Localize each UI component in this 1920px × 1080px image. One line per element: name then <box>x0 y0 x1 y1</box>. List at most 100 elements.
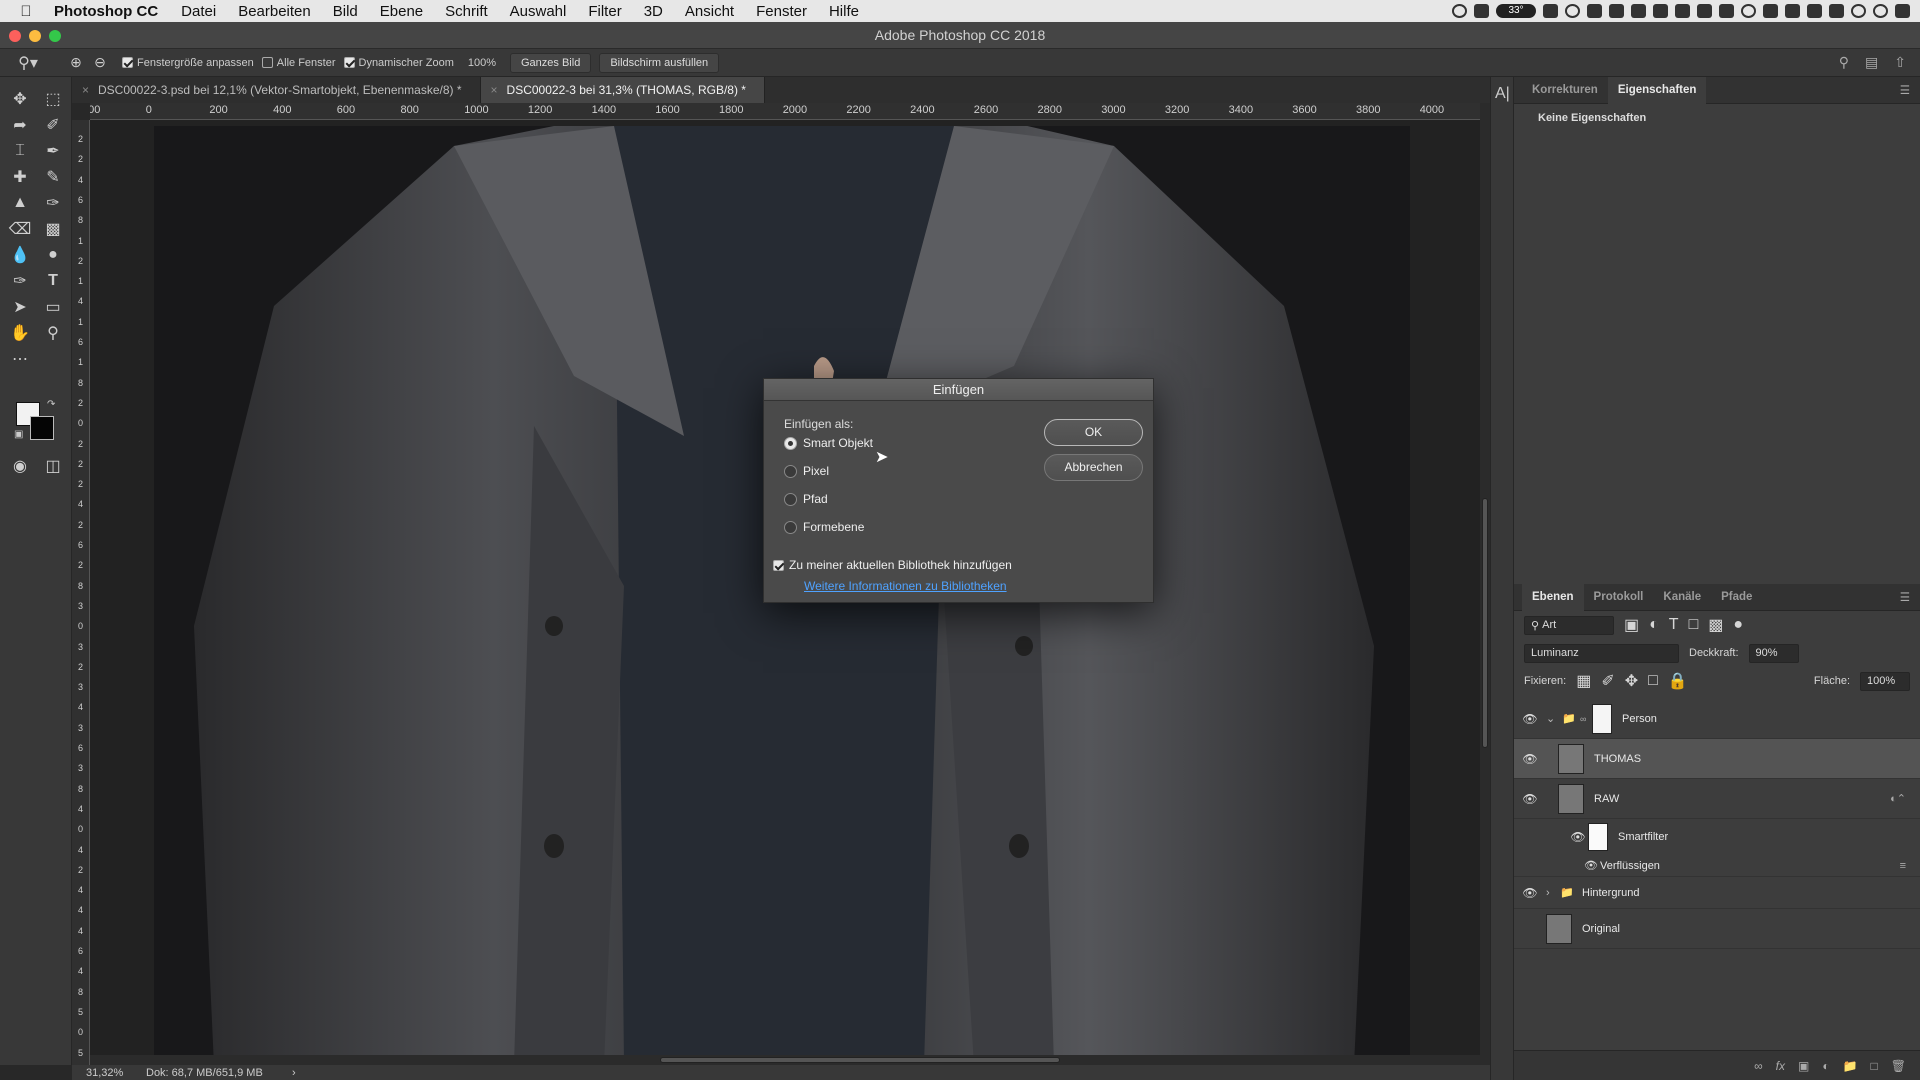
menu-datei[interactable]: Datei <box>170 3 227 20</box>
menu-bearbeiten[interactable]: Bearbeiten <box>227 3 322 20</box>
fit-window-checkbox[interactable]: Fenstergröße anpassen <box>122 57 254 69</box>
dodge-tool-icon[interactable]: ● <box>40 244 66 266</box>
close-tab-icon[interactable]: × <box>82 77 89 103</box>
apple-icon[interactable]:  <box>0 3 52 20</box>
radio-pixel[interactable]: Pixel <box>784 464 829 478</box>
tab-kanaele[interactable]: Kanäle <box>1653 584 1711 611</box>
dynamic-zoom-checkbox[interactable]: Dynamischer Zoom <box>343 57 454 69</box>
layer-name[interactable]: Smartfilter <box>1618 831 1668 843</box>
layer-row-person[interactable]: 👁 ⌄ 📁 ∞ Person <box>1514 699 1920 739</box>
clone-stamp-tool-icon[interactable]: ▲ <box>7 192 33 214</box>
layer-row-verfluessigen[interactable]: 👁 Verflüssigen ≡ <box>1514 855 1920 877</box>
radio-pfad[interactable]: Pfad <box>784 492 828 506</box>
menu-schrift[interactable]: Schrift <box>434 3 499 20</box>
path-selection-tool-icon[interactable]: ➤ <box>7 296 33 318</box>
move-tool-icon[interactable]: ✥ <box>7 88 33 110</box>
blend-mode-select[interactable]: Luminanz <box>1524 643 1679 663</box>
panel-menu-icon[interactable]: ☰ <box>1900 83 1910 97</box>
tab-protokoll[interactable]: Protokoll <box>1584 584 1654 611</box>
siri-icon[interactable] <box>1873 4 1888 18</box>
shape-tool-icon[interactable]: ▭ <box>40 296 66 318</box>
new-group-icon[interactable]: 📁 <box>1843 1059 1858 1073</box>
save-icon[interactable] <box>1653 4 1668 18</box>
hand-tool-icon[interactable]: ✋ <box>7 322 33 344</box>
character-panel-icon[interactable]: A| <box>1495 85 1510 103</box>
ok-button[interactable]: OK <box>1044 419 1143 446</box>
tab-document-2[interactable]: × DSC00022-3 bei 31,3% (THOMAS, RGB/8) * <box>480 77 765 103</box>
cloud-icon[interactable] <box>1697 4 1712 18</box>
record-icon[interactable] <box>1452 4 1467 18</box>
lock-all-icon[interactable]: 🔒 <box>1668 671 1688 691</box>
gradient-tool-icon[interactable]: ▩ <box>40 218 66 240</box>
layer-row-thomas[interactable]: 👁 THOMAS <box>1514 739 1920 779</box>
fill-input[interactable]: 100% <box>1860 671 1910 691</box>
zoom-in-icon[interactable]: ⊕ <box>64 54 88 71</box>
tab-pfade[interactable]: Pfade <box>1711 584 1762 611</box>
more-tools-icon[interactable]: ⋯ <box>7 348 33 370</box>
tab-document-1[interactable]: × DSC00022-3.psd bei 12,1% (Vektor-Smarto… <box>72 77 481 103</box>
tab-ebenen[interactable]: Ebenen <box>1522 583 1584 611</box>
layer-mask-thumbnail[interactable] <box>1592 703 1612 734</box>
visibility-eye-icon[interactable]: 👁 <box>1514 886 1546 900</box>
feather-icon[interactable] <box>1587 4 1602 18</box>
crop-tool-icon[interactable]: ⌶ <box>7 140 33 162</box>
wifi-icon[interactable] <box>1785 4 1800 18</box>
spotlight-icon[interactable] <box>1851 4 1866 18</box>
menu-3d[interactable]: 3D <box>633 3 674 20</box>
evernote-icon[interactable] <box>1631 4 1646 18</box>
library-checkbox[interactable]: Zu meiner aktuellen Bibliothek hinzufüge… <box>773 558 1012 572</box>
layer-name[interactable]: Original <box>1582 923 1620 935</box>
search-icon[interactable]: ⚲ <box>1839 54 1849 71</box>
link-layers-icon[interactable]: ∞ <box>1754 1059 1763 1073</box>
layer-row-raw[interactable]: 👁 RAW ◐⌃ <box>1514 779 1920 819</box>
fit-screen-button[interactable]: Ganzes Bild <box>510 52 592 73</box>
airplay-icon[interactable] <box>1807 4 1822 18</box>
healing-brush-tool-icon[interactable]: ✚ <box>7 166 33 188</box>
layer-row-hintergrund[interactable]: 👁 › 📁 Hintergrund <box>1514 877 1920 909</box>
fill-screen-button[interactable]: Bildschirm ausfüllen <box>599 52 720 73</box>
all-windows-checkbox[interactable]: Alle Fenster <box>261 57 336 69</box>
layer-name[interactable]: RAW <box>1594 793 1619 805</box>
zoom-tool-icon[interactable]: ⚲▾ <box>8 53 48 73</box>
quick-selection-tool-icon[interactable]: ✐ <box>40 114 66 136</box>
type-tool-icon[interactable]: T <box>40 270 66 292</box>
tab-korrekturen[interactable]: Korrekturen <box>1522 77 1608 104</box>
creative-cloud-icon[interactable] <box>1565 4 1580 18</box>
tab-eigenschaften[interactable]: Eigenschaften <box>1607 76 1707 104</box>
trash-icon[interactable]: 🗑 <box>1891 1059 1906 1073</box>
horizontal-scrollbar[interactable] <box>90 1055 1480 1065</box>
filter-adjustment-icon[interactable]: ◐ <box>1649 616 1659 634</box>
zoom-out-icon[interactable]: ⊖ <box>88 54 112 71</box>
filter-toggle-icon[interactable]: ● <box>1733 616 1743 634</box>
pen-tool-icon[interactable]: ✑ <box>7 270 33 292</box>
timer-icon[interactable] <box>1741 4 1756 18</box>
lock-transparent-icon[interactable]: ▦ <box>1576 671 1591 691</box>
menu-hilfe[interactable]: Hilfe <box>818 3 870 20</box>
layer-name[interactable]: THOMAS <box>1594 753 1641 765</box>
eyedropper-tool-icon[interactable]: ✒ <box>40 140 66 162</box>
status-zoom[interactable]: 31,32% <box>72 1067 132 1079</box>
lock-artboard-icon[interactable]: □ <box>1648 672 1658 690</box>
menu-fenster[interactable]: Fenster <box>745 3 818 20</box>
visibility-eye-icon[interactable]: 👁 <box>1568 830 1588 844</box>
close-tab-icon[interactable]: × <box>491 77 498 103</box>
filter-mask-thumbnail[interactable] <box>1588 823 1608 851</box>
fx-icon[interactable]: fx <box>1776 1059 1785 1073</box>
visibility-eye-icon[interactable]: 👁 <box>1584 859 1600 872</box>
filter-smartobject-icon[interactable]: ▩ <box>1708 615 1723 635</box>
screen-icon[interactable] <box>1719 4 1734 18</box>
layer-name[interactable]: Hintergrund <box>1582 887 1639 899</box>
group-expand-icon[interactable]: ⌄ <box>1546 712 1562 725</box>
background-color-swatch[interactable] <box>30 416 54 440</box>
notification-center-icon[interactable] <box>1895 4 1910 18</box>
vertical-scroll-thumb[interactable] <box>1482 498 1488 748</box>
layer-row-original[interactable]: Original <box>1514 909 1920 949</box>
menu-filter[interactable]: Filter <box>577 3 632 20</box>
battery-icon[interactable] <box>1829 4 1844 18</box>
add-mask-icon[interactable]: ▣ <box>1798 1059 1809 1073</box>
swap-colors-icon[interactable]: ↷ <box>47 399 55 410</box>
blur-tool-icon[interactable]: 💧 <box>7 244 33 266</box>
history-brush-tool-icon[interactable]: ✑ <box>40 192 66 214</box>
visibility-eye-icon[interactable]: 👁 <box>1514 792 1546 806</box>
library-info-link[interactable]: Weitere Informationen zu Bibliotheken <box>804 579 1007 593</box>
